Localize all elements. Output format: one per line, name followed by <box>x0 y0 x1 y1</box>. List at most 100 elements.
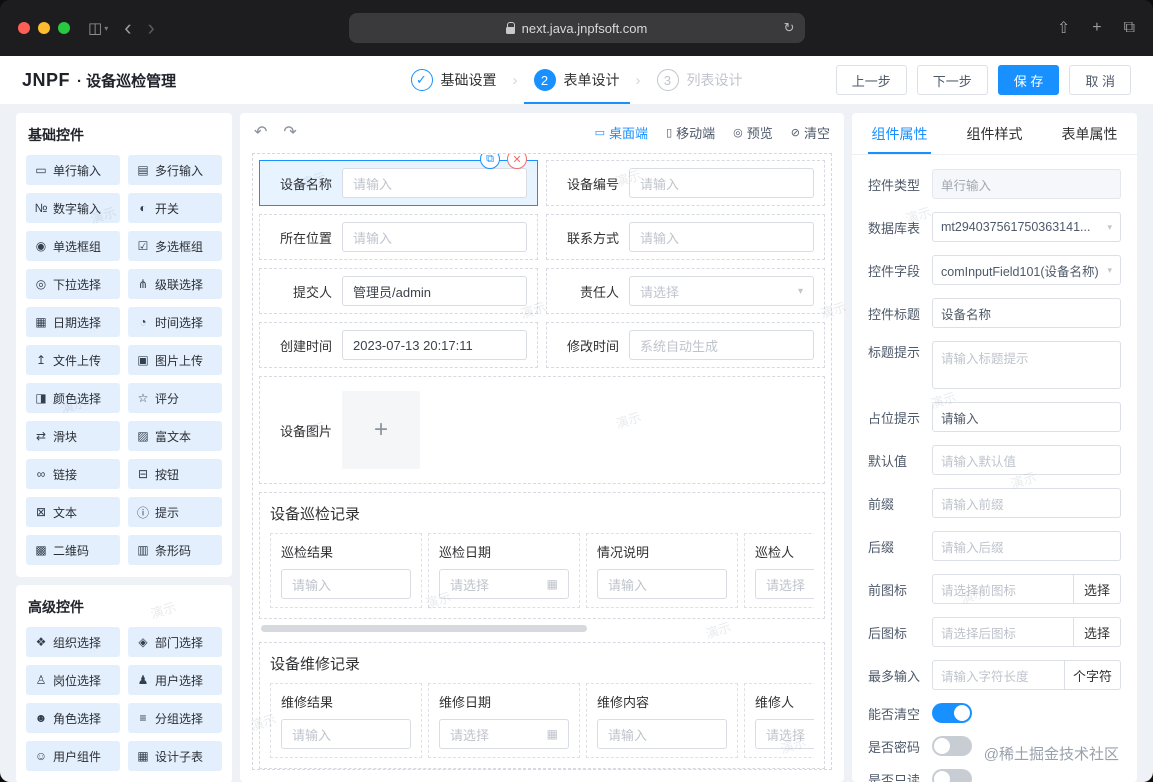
zoom-window-button[interactable] <box>58 22 70 34</box>
column-input[interactable]: 请输入 <box>597 569 727 599</box>
column-input[interactable]: 请选择▦ <box>439 569 569 599</box>
toggle-switch[interactable] <box>932 703 972 723</box>
palette-item[interactable]: ≡分组选择 <box>128 703 222 733</box>
field-input[interactable]: 请输入 <box>342 168 527 198</box>
forward-icon[interactable]: › <box>148 17 155 39</box>
form-field-cell[interactable]: 所在位置请输入 <box>259 214 538 260</box>
clear-button[interactable]: ⊘清空 <box>791 123 830 142</box>
mobile-mode-button[interactable]: ▯移动端 <box>666 123 715 142</box>
palette-item[interactable]: ▥条形码 <box>128 535 222 565</box>
subtable-column[interactable]: 维修日期请选择▦ <box>428 683 580 758</box>
palette-item[interactable]: ♟用户选择 <box>128 665 222 695</box>
sidebar-toggle-button[interactable]: ◫ ▾ <box>88 19 108 37</box>
save-button[interactable]: 保 存 <box>998 65 1060 95</box>
column-input[interactable]: 请选择▾ <box>755 569 814 599</box>
palette-item[interactable]: ♙岗位选择 <box>26 665 120 695</box>
select-input[interactable]: mt294037561750363141...▾ <box>932 212 1121 242</box>
prev-step-button[interactable]: 上一步 <box>836 65 907 95</box>
image-upload-box[interactable]: + <box>342 391 420 469</box>
select-input[interactable]: comInputField101(设备名称)▾ <box>932 255 1121 285</box>
palette-item[interactable]: ⋔级联选择 <box>128 269 222 299</box>
palette-item[interactable]: ◈部门选择 <box>128 627 222 657</box>
form-field-cell[interactable]: 创建时间2023-07-13 20:17:11 <box>259 322 538 368</box>
column-input[interactable]: 请输入 <box>281 719 411 749</box>
tab-1[interactable]: 组件样式 <box>947 113 1042 154</box>
tab-2[interactable]: 表单属性 <box>1042 113 1137 154</box>
step-基础设置[interactable]: ✓基础设置 <box>407 56 501 104</box>
toggle-switch[interactable] <box>932 769 972 782</box>
next-step-button[interactable]: 下一步 <box>917 65 988 95</box>
field-input[interactable]: 请选择▾ <box>629 276 814 306</box>
undo-icon[interactable]: ↶ <box>254 122 267 142</box>
text-input[interactable]: 请输入 <box>932 402 1121 432</box>
palette-item[interactable]: ❖组织选择 <box>26 627 120 657</box>
step-表单设计[interactable]: 2表单设计 <box>530 56 624 104</box>
palette-item[interactable]: ⊠文本 <box>26 497 120 527</box>
palette-item[interactable]: ▦设计子表 <box>128 741 222 771</box>
text-input[interactable]: 请输入后缀 <box>932 531 1121 561</box>
subtable-section[interactable]: 设备巡检记录巡检结果请输入巡检日期请选择▦情况说明请输入巡检人请选择▾ <box>259 492 825 619</box>
new-tab-icon[interactable]: + <box>1092 19 1101 37</box>
reload-icon[interactable]: ↻ <box>784 20 795 36</box>
redo-icon[interactable]: ↷ <box>283 122 296 142</box>
preview-button[interactable]: ◎预览 <box>733 123 773 142</box>
palette-item[interactable]: ▭单行输入 <box>26 155 120 185</box>
palette-item[interactable]: ◉单选框组 <box>26 231 120 261</box>
palette-item[interactable]: ⓘ提示 <box>128 497 222 527</box>
form-field-cell[interactable]: 设备编号请输入 <box>546 160 825 206</box>
text-input[interactable]: 请选择前图标 <box>932 574 1074 604</box>
close-window-button[interactable] <box>18 22 30 34</box>
subtable-column[interactable]: 巡检人请选择▾ <box>744 533 814 608</box>
column-input[interactable]: 请输入 <box>597 719 727 749</box>
share-icon[interactable]: ⇧ <box>1057 18 1070 38</box>
palette-item[interactable]: ◨颜色选择 <box>26 383 120 413</box>
form-field-selected[interactable]: 设备名称请输入⧉✕ <box>259 160 538 206</box>
text-input[interactable]: 请输入默认值 <box>932 445 1121 475</box>
palette-item[interactable]: ∞链接 <box>26 459 120 489</box>
palette-item[interactable]: ☑多选框组 <box>128 231 222 261</box>
toggle-switch[interactable] <box>932 736 972 756</box>
subtable-section[interactable]: 设备维修记录维修结果请输入维修日期请选择▦维修内容请输入维修人请选择▾ <box>259 642 825 769</box>
palette-item[interactable]: ▨富文本 <box>128 421 222 451</box>
palette-item[interactable]: ↥文件上传 <box>26 345 120 375</box>
text-input[interactable]: 请选择后图标 <box>932 617 1074 647</box>
palette-item[interactable]: ⇄滑块 <box>26 421 120 451</box>
field-input[interactable]: 管理员/admin <box>342 276 527 306</box>
palette-item[interactable]: ▤多行输入 <box>128 155 222 185</box>
text-input[interactable]: 请输入字符长度 <box>932 660 1065 690</box>
select-icon-button[interactable]: 选择 <box>1074 574 1121 604</box>
palette-item[interactable]: ◔时间选择 <box>128 307 222 337</box>
text-input[interactable]: 请输入前缀 <box>932 488 1121 518</box>
palette-item[interactable]: ⊟按钮 <box>128 459 222 489</box>
field-input[interactable]: 请输入 <box>342 222 527 252</box>
field-input[interactable]: 2023-07-13 20:17:11 <box>342 330 527 360</box>
form-field-cell[interactable]: 提交人管理员/admin <box>259 268 538 314</box>
form-field-cell[interactable]: 联系方式请输入 <box>546 214 825 260</box>
palette-item[interactable]: ☆评分 <box>128 383 222 413</box>
column-input[interactable]: 请选择▦ <box>439 719 569 749</box>
subtable-column[interactable]: 维修结果请输入 <box>270 683 422 758</box>
palette-item[interactable]: №数字输入 <box>26 193 120 223</box>
cancel-button[interactable]: 取 消 <box>1069 65 1131 95</box>
form-field-cell[interactable]: 责任人请选择▾ <box>546 268 825 314</box>
column-input[interactable]: 请选择▾ <box>755 719 814 749</box>
address-bar[interactable]: next.java.jnpfsoft.com ↻ <box>349 13 805 43</box>
horizontal-scrollbar[interactable] <box>261 625 823 632</box>
textarea-input[interactable]: 请输入标题提示 <box>932 341 1121 389</box>
select-icon-button[interactable]: 选择 <box>1074 617 1121 647</box>
delete-icon[interactable]: ✕ <box>507 153 527 169</box>
minimize-window-button[interactable] <box>38 22 50 34</box>
form-field-cell[interactable]: 修改时间系统自动生成 <box>546 322 825 368</box>
back-icon[interactable]: ‹ <box>124 17 131 39</box>
palette-item[interactable]: ☺用户组件 <box>26 741 120 771</box>
field-input[interactable]: 请输入 <box>629 168 814 198</box>
tab-0[interactable]: 组件属性 <box>852 113 947 154</box>
copy-icon[interactable]: ⧉ <box>480 153 500 169</box>
palette-item[interactable]: ◐开关 <box>128 193 222 223</box>
subtable-column[interactable]: 巡检日期请选择▦ <box>428 533 580 608</box>
palette-item[interactable]: ◎下拉选择 <box>26 269 120 299</box>
scrollbar-thumb[interactable] <box>261 625 587 632</box>
palette-item[interactable]: ▩二维码 <box>26 535 120 565</box>
palette-item[interactable]: ▦日期选择 <box>26 307 120 337</box>
subtable-column[interactable]: 维修内容请输入 <box>586 683 738 758</box>
